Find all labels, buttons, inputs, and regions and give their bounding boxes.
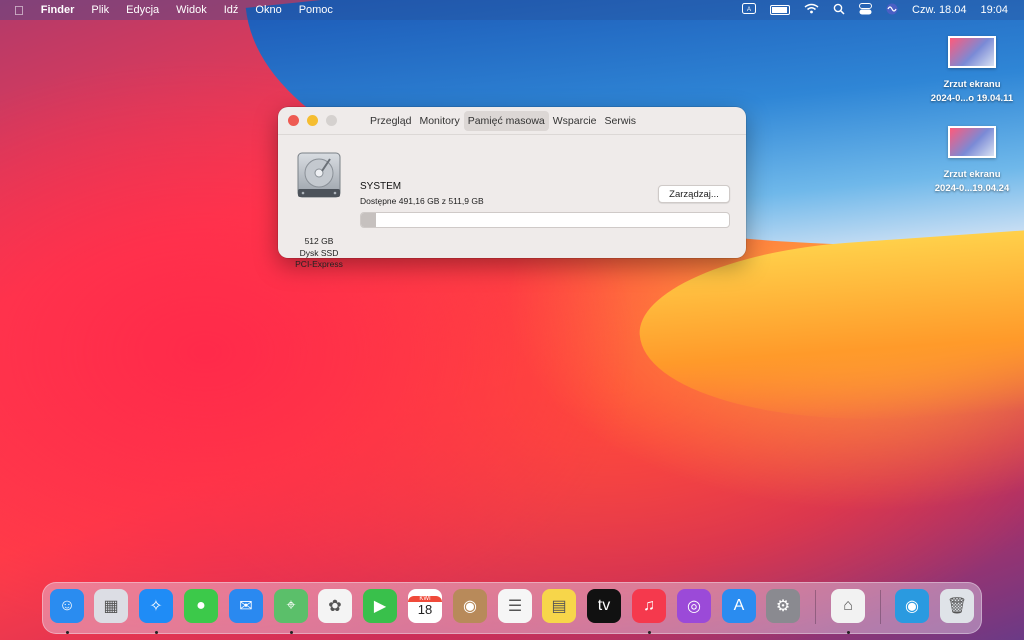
menu-date[interactable]: Czw. 18.04 — [912, 4, 966, 16]
desktop-file-name-line1: Zrzut ekranu — [943, 169, 1001, 180]
tab-storage[interactable]: Pamięć masowa — [463, 111, 549, 131]
music-icon[interactable]: ♫ — [632, 589, 666, 623]
contacts-icon[interactable]: ◉ — [453, 589, 487, 623]
desktop-screenshot-file-2[interactable]: Zrzut ekranu 2024-0...19.04.24 — [922, 126, 1022, 196]
minimize-window-button[interactable] — [307, 115, 318, 126]
running-indicator — [648, 631, 651, 634]
desktop-file-name-line2: 2024-0...19.04.24 — [934, 183, 1010, 194]
battery-icon[interactable] — [770, 5, 791, 15]
window-tabs: Przegląd Monitory Pamięć masowa Wsparcie… — [366, 111, 640, 131]
menu-help[interactable]: Pomoc — [299, 4, 333, 16]
spotlight-search-icon[interactable] — [833, 3, 845, 18]
launchpad-icon[interactable]: ▦ — [94, 589, 128, 623]
facetime-icon[interactable]: ▶ — [363, 589, 397, 623]
menu-edit[interactable]: Edycja — [126, 4, 159, 16]
dock-separator — [880, 590, 881, 624]
running-indicator — [66, 631, 69, 634]
downloads-icon[interactable]: ◉ — [895, 589, 929, 623]
disk-type: Dysk SSD — [299, 247, 339, 258]
system-information-icon[interactable]: ⌂ — [831, 589, 865, 623]
apple-tv-icon[interactable]: tv — [587, 589, 621, 623]
running-indicator — [155, 631, 158, 634]
tab-displays[interactable]: Monitory — [415, 111, 463, 131]
volume-name: SYSTEM — [360, 181, 402, 192]
mail-icon[interactable]: ✉ — [229, 589, 263, 623]
window-titlebar[interactable]: Przegląd Monitory Pamięć masowa Wsparcie… — [278, 107, 746, 135]
menu-bar:  Finder Plik Edycja Widok Idź Okno Pomo… — [0, 0, 1024, 20]
desktop-screenshot-file-1[interactable]: Zrzut ekranu 2024-0...o 19.04.11 — [922, 36, 1022, 106]
tab-service[interactable]: Serwis — [601, 111, 641, 131]
desktop-file-name-line1: Zrzut ekranu — [943, 79, 1001, 90]
screenshot-thumbnail-icon — [948, 126, 996, 158]
running-indicator — [290, 631, 293, 634]
menu-time[interactable]: 19:04 — [980, 4, 1008, 16]
dock-separator — [815, 590, 816, 624]
messages-icon[interactable]: ● — [184, 589, 218, 623]
calendar-icon[interactable]: KWI 18 — [408, 589, 442, 623]
disk-description: 512 GB Dysk SSD PCI-Express — [286, 236, 352, 271]
app-menu-finder[interactable]: Finder — [41, 4, 75, 16]
siri-icon[interactable] — [886, 3, 898, 18]
tab-support[interactable]: Wsparcie — [549, 111, 601, 131]
zoom-window-button[interactable] — [326, 115, 337, 126]
maps-icon[interactable]: ⌖ — [274, 589, 308, 623]
reminders-icon[interactable]: ☰ — [498, 589, 532, 623]
storage-usage-bar — [360, 212, 730, 228]
trash-icon[interactable]: 🗑 — [940, 589, 974, 623]
keyboard-input-icon[interactable]: A — [742, 3, 757, 17]
close-window-button[interactable] — [288, 115, 299, 126]
notes-icon[interactable]: ▤ — [542, 589, 576, 623]
control-center-icon[interactable] — [859, 2, 873, 18]
svg-text:A: A — [747, 7, 751, 13]
disk-size: 512 GB — [304, 236, 334, 246]
running-indicator — [847, 631, 850, 634]
calendar-day-label: 18 — [417, 601, 433, 617]
menu-window[interactable]: Okno — [255, 4, 281, 16]
manage-storage-button[interactable]: Zarządzaj... — [658, 185, 730, 203]
podcasts-icon[interactable]: ◎ — [677, 589, 711, 623]
tab-overview[interactable]: Przegląd — [366, 111, 415, 131]
disk-bus: PCI-Express — [295, 259, 343, 269]
wifi-icon[interactable] — [804, 3, 819, 17]
screenshot-thumbnail-icon — [948, 36, 996, 68]
volume-available-space: Dostępne 491,16 GB z 511,9 GB — [360, 196, 484, 206]
storage-panel: 512 GB Dysk SSD PCI-Express SYSTEM Dostę… — [278, 135, 746, 269]
safari-icon[interactable]: ✧ — [139, 589, 173, 623]
menu-go[interactable]: Idź — [224, 4, 239, 16]
storage-usage-fill — [361, 213, 376, 227]
menu-file[interactable]: Plik — [91, 4, 109, 16]
system-preferences-icon[interactable]: ⚙ — [766, 589, 800, 623]
hard-drive-icon — [296, 151, 342, 199]
about-this-mac-window: Przegląd Monitory Pamięć masowa Wsparcie… — [278, 107, 746, 269]
app-store-icon[interactable]: A — [722, 589, 756, 623]
photos-icon[interactable]: ✿ — [318, 589, 352, 623]
apple-menu-icon[interactable]:  — [14, 3, 24, 18]
desktop-file-name-line2: 2024-0...o 19.04.11 — [930, 93, 1014, 104]
finder-icon[interactable]: ☺ — [50, 589, 84, 623]
menu-view[interactable]: Widok — [176, 4, 207, 16]
